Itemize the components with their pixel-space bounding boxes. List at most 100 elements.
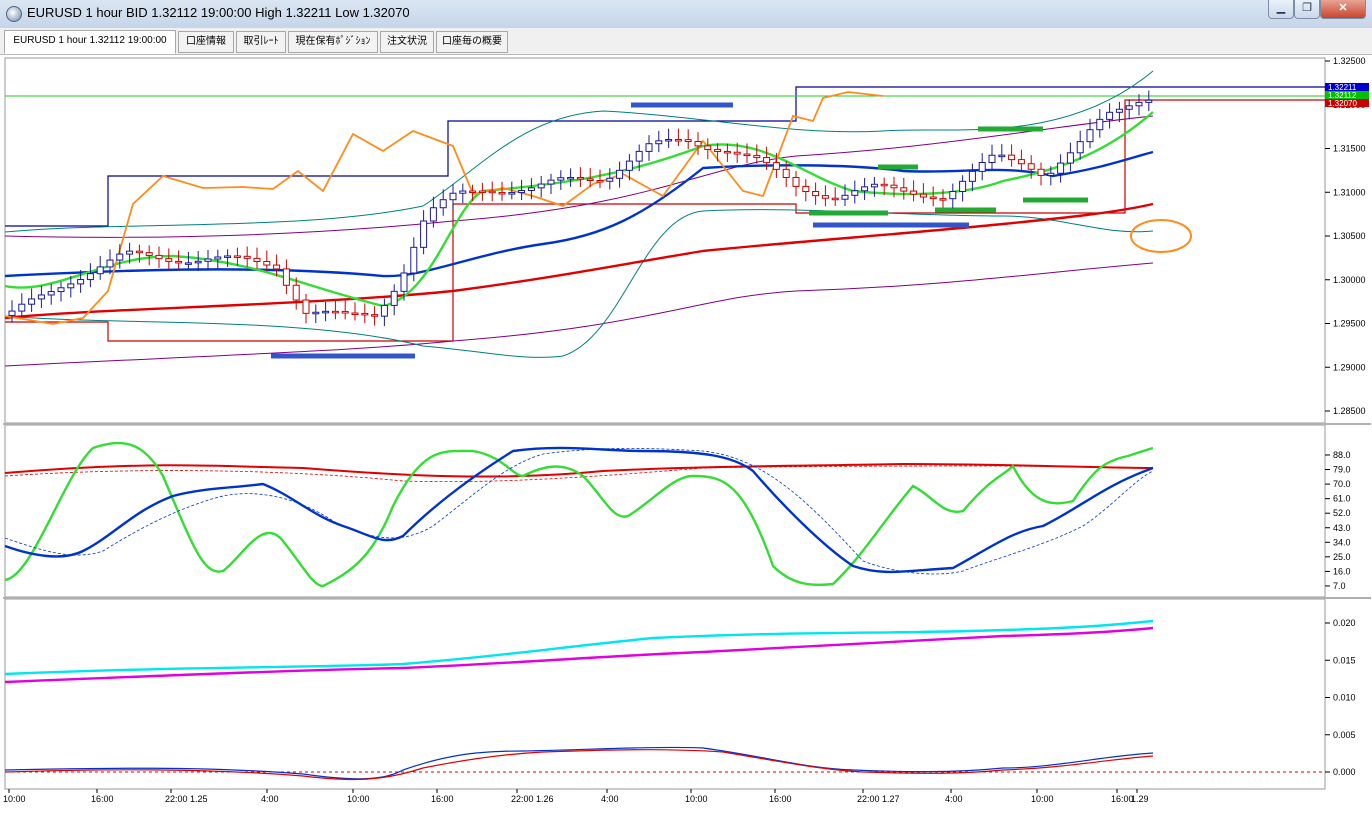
candle-body[interactable] [233,255,241,258]
tab-trade-rates[interactable]: 取引ﾚｰﾄ [236,31,286,53]
candle-body[interactable] [988,154,996,164]
tab-account-info[interactable]: 口座情報 [178,31,234,53]
candle-body[interactable] [135,250,143,254]
restore-button[interactable]: ❐ [1294,0,1320,19]
candle-body[interactable] [655,140,663,145]
candle-body[interactable] [420,220,428,248]
candle-body[interactable] [498,191,506,195]
tab-account-summary[interactable]: 口座毎の概要 [436,31,508,53]
candle-body[interactable] [635,150,643,162]
candle-body[interactable] [96,266,104,275]
candle-body[interactable] [469,190,477,194]
tab-chart-eurusd[interactable]: EURUSD 1 hour 1.32112 19:00:00 [4,30,176,54]
candle-body[interactable] [1115,108,1123,113]
candle-body[interactable] [645,143,653,152]
candle-body[interactable] [684,139,692,142]
candle-body[interactable] [302,299,310,314]
candle-body[interactable] [508,192,516,195]
candle-body[interactable] [723,150,731,154]
candle-body[interactable] [410,246,418,274]
price-panel[interactable] [4,57,1326,424]
candle-body[interactable] [1076,141,1084,154]
candle-body[interactable] [1066,152,1074,164]
candle-body[interactable] [919,193,927,198]
candle-body[interactable] [322,310,330,314]
candle-body[interactable] [175,260,183,264]
candle-body[interactable] [792,176,800,187]
candle-body[interactable] [959,180,967,192]
candle-body[interactable] [772,162,780,170]
candle-body[interactable] [18,303,26,312]
candle-body[interactable] [1047,172,1055,176]
candle-body[interactable] [557,177,565,181]
candle-body[interactable] [831,197,839,201]
candle-body[interactable] [518,189,526,194]
candle-body[interactable] [743,153,751,157]
candle-body[interactable] [890,184,898,189]
candle-body[interactable] [665,139,673,142]
candle-body[interactable] [694,140,702,147]
candle-body[interactable] [939,198,947,201]
candle-body[interactable] [537,183,545,189]
candle-body[interactable] [351,312,359,316]
candle-body[interactable] [67,283,75,289]
candle-body[interactable] [390,290,398,306]
candle-body[interactable] [331,310,339,314]
candle-body[interactable] [586,178,594,182]
candle-body[interactable] [870,183,878,188]
candle-body[interactable] [1096,118,1104,131]
candle-body[interactable] [429,207,437,222]
candle-body[interactable] [998,154,1006,158]
candle-body[interactable] [616,169,624,179]
candle-body[interactable] [606,177,614,182]
candle-body[interactable] [821,195,829,199]
candle-body[interactable] [576,177,584,180]
tab-open-positions[interactable]: 現在保有ﾎﾟｼﾞｼｮﾝ [288,31,378,53]
candle-body[interactable] [1086,129,1094,143]
close-button[interactable]: ✕ [1320,0,1366,19]
candle-body[interactable] [214,256,222,260]
minimize-button[interactable]: ▁ [1268,0,1294,19]
candle-body[interactable] [263,261,271,266]
candle-body[interactable] [1145,99,1153,103]
candle-body[interactable] [1008,154,1016,161]
candle-body[interactable] [812,191,820,197]
candle-body[interactable] [714,148,722,152]
candle-body[interactable] [116,253,124,261]
candle-body[interactable] [1027,163,1035,170]
candle-body[interactable] [449,192,457,201]
candle-body[interactable] [253,257,261,263]
candle-body[interactable] [37,294,45,300]
candle-body[interactable] [400,272,408,292]
candle-body[interactable] [782,168,790,178]
candle-body[interactable] [106,259,114,268]
candle-body[interactable] [488,190,496,194]
candle-body[interactable] [204,258,212,262]
candle-body[interactable] [77,279,85,285]
candle-body[interactable] [126,250,134,255]
candle-body[interactable] [753,154,761,159]
candle-body[interactable] [184,262,192,265]
candle-body[interactable] [194,260,202,264]
candle-body[interactable] [1106,111,1114,120]
candle-body[interactable] [459,190,467,194]
candle-body[interactable] [880,183,888,187]
candle-body[interactable] [282,268,290,286]
candle-body[interactable] [224,255,232,258]
candle-body[interactable] [674,139,682,142]
candle-body[interactable] [910,190,918,195]
candle-body[interactable] [145,252,153,256]
candle-body[interactable] [439,199,447,209]
candle-body[interactable] [733,151,741,155]
candle-body[interactable] [861,186,869,192]
lower-indicator-panel[interactable] [4,598,1326,790]
candle-body[interactable] [1037,168,1045,176]
candle-body[interactable] [380,304,388,317]
chart-area[interactable]: 1.325001.320001.315001.310001.305001.300… [3,56,1371,808]
candle-body[interactable] [155,254,163,260]
candle-body[interactable] [802,185,810,193]
candle-body[interactable] [567,177,575,180]
candle-body[interactable] [8,310,16,316]
candle-body[interactable] [1057,162,1065,174]
candle-body[interactable] [243,255,251,259]
